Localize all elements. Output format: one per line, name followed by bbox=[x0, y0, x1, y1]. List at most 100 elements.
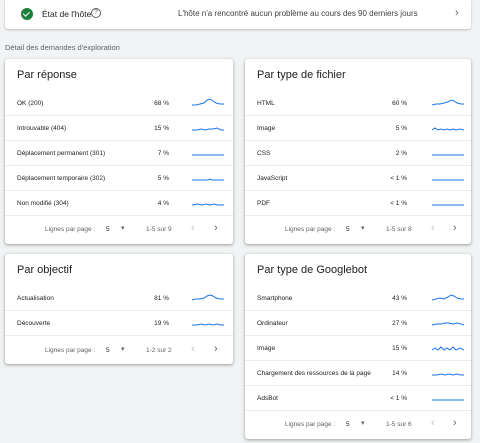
sparkline bbox=[432, 127, 464, 131]
sparkline bbox=[432, 294, 464, 301]
page-range: 1-5 sur 6 bbox=[386, 421, 412, 428]
sparkline bbox=[192, 127, 224, 131]
host-status-text: L'hôte n'a rencontré aucun problème au c… bbox=[178, 9, 418, 18]
dropdown-icon[interactable]: ▾ bbox=[361, 224, 365, 232]
card-by-file-type: Par type de fichier HTML 60 % Image 5 % … bbox=[245, 59, 471, 244]
card-by-purpose: Par objectif Actualisation 81 % Découver… bbox=[5, 254, 233, 364]
sparkline bbox=[432, 99, 464, 106]
table-row[interactable]: Déplacement permanent (301) 7 % bbox=[5, 141, 233, 166]
rows-per-page-select[interactable]: 5 bbox=[106, 347, 110, 354]
row-label: Déplacement permanent (301) bbox=[17, 150, 106, 157]
card-title: Par type de Googlebot bbox=[257, 264, 368, 276]
row-label: Découverte bbox=[17, 320, 51, 327]
row-percent: 68 % bbox=[154, 100, 169, 107]
table-pagination: Lignes par page : 5 ▾ 1-5 sur 9 ‹ › bbox=[5, 219, 233, 241]
chevron-right-icon[interactable]: › bbox=[453, 417, 457, 429]
table-row[interactable]: OK (200) 68 % bbox=[5, 91, 233, 116]
table-pagination: Lignes par page : 5 ▾ 1-5 sur 8 ‹ › bbox=[245, 219, 471, 241]
row-label: PDF bbox=[257, 200, 270, 207]
table-row[interactable]: Image 5 % bbox=[245, 116, 471, 141]
sparkline bbox=[192, 178, 224, 181]
sparkline bbox=[192, 98, 224, 106]
table-row[interactable]: HTML 60 % bbox=[245, 91, 471, 116]
page-range: 1-5 sur 8 bbox=[386, 226, 412, 233]
row-label: HTML bbox=[257, 100, 275, 107]
row-percent: < 1 % bbox=[390, 395, 407, 402]
chevron-right-icon[interactable]: › bbox=[453, 222, 457, 234]
card-title: Par type de fichier bbox=[257, 69, 346, 81]
sparkline bbox=[432, 373, 464, 376]
row-label: AdsBot bbox=[257, 395, 278, 402]
card-title: Par objectif bbox=[17, 264, 73, 276]
table-row[interactable]: Smartphone 43 % bbox=[245, 286, 471, 311]
page-range: 1-5 sur 9 bbox=[146, 226, 172, 233]
card-by-googlebot-type: Par type de Googlebot Smartphone 43 % Or… bbox=[245, 254, 471, 439]
row-label: Chargement des ressources de la page bbox=[257, 370, 371, 377]
sparkline bbox=[192, 154, 224, 156]
chevron-left-icon[interactable]: ‹ bbox=[431, 222, 435, 234]
chevron-right-icon[interactable]: › bbox=[214, 343, 218, 355]
chevron-right-icon[interactable]: › bbox=[214, 222, 218, 234]
rows-per-page-select[interactable]: 5 bbox=[346, 421, 350, 428]
row-percent: < 1 % bbox=[390, 175, 407, 182]
table-pagination: Lignes par page : 5 ▾ 1-2 sur 2 ‹ › bbox=[5, 340, 233, 362]
table-row[interactable]: JavaScript < 1 % bbox=[245, 166, 471, 191]
table-row[interactable]: Actualisation 81 % bbox=[5, 286, 233, 311]
rows-per-page-label: Lignes par page : bbox=[45, 226, 96, 233]
card-by-response: Par réponse OK (200) 68 % Introuvable (4… bbox=[5, 59, 233, 244]
row-percent: 7 % bbox=[157, 150, 169, 157]
sparkline bbox=[432, 154, 464, 156]
table-row[interactable]: Image 15 % bbox=[245, 336, 471, 361]
row-percent: 60 % bbox=[392, 100, 407, 107]
check-circle-icon bbox=[21, 8, 33, 20]
chevron-right-icon[interactable]: › bbox=[455, 7, 459, 19]
dropdown-icon[interactable]: ▾ bbox=[121, 224, 125, 232]
chevron-left-icon[interactable]: ‹ bbox=[191, 343, 195, 355]
rows-per-page-label: Lignes par page : bbox=[285, 226, 336, 233]
row-percent: 43 % bbox=[392, 295, 407, 302]
row-percent: 81 % bbox=[154, 295, 169, 302]
table-row[interactable]: CSS 2 % bbox=[245, 141, 471, 166]
dropdown-icon[interactable]: ▾ bbox=[361, 419, 365, 427]
rows-per-page-select[interactable]: 5 bbox=[346, 226, 350, 233]
row-percent: < 1 % bbox=[390, 200, 407, 207]
row-percent: 2 % bbox=[395, 150, 407, 157]
sparkline bbox=[432, 179, 464, 181]
dropdown-icon[interactable]: ▾ bbox=[121, 345, 125, 353]
row-label: Image bbox=[257, 125, 276, 132]
row-label: OK (200) bbox=[17, 100, 44, 107]
help-icon[interactable]: ? bbox=[91, 8, 101, 18]
row-label: Ordinateur bbox=[257, 320, 288, 327]
sparkline bbox=[192, 294, 224, 301]
table-row[interactable]: Non modifié (304) 4 % bbox=[5, 191, 233, 216]
table-row[interactable]: Ordinateur 27 % bbox=[245, 311, 471, 336]
rows-per-page-select[interactable]: 5 bbox=[106, 226, 110, 233]
row-label: Introuvable (404) bbox=[17, 125, 67, 132]
table-row[interactable]: AdsBot < 1 % bbox=[245, 386, 471, 411]
sparkline bbox=[432, 322, 464, 326]
card-title: Par réponse bbox=[17, 69, 77, 81]
row-label: Smartphone bbox=[257, 295, 293, 302]
table-row[interactable]: Chargement des ressources de la page 14 … bbox=[245, 361, 471, 386]
row-label: Image bbox=[257, 345, 276, 352]
chevron-left-icon[interactable]: ‹ bbox=[191, 222, 195, 234]
row-label: Déplacement temporaire (302) bbox=[17, 175, 106, 182]
row-label: Actualisation bbox=[17, 295, 54, 302]
sparkline bbox=[432, 346, 464, 351]
row-percent: 15 % bbox=[154, 125, 169, 132]
row-percent: 4 % bbox=[157, 200, 169, 207]
chevron-left-icon[interactable]: ‹ bbox=[431, 417, 435, 429]
table-pagination: Lignes par page : 5 ▾ 1-5 sur 6 ‹ › bbox=[245, 414, 471, 436]
section-label: Détail des demandes d'exploration bbox=[5, 43, 120, 52]
row-label: CSS bbox=[257, 150, 271, 157]
host-status-card[interactable]: État de l'hôte ? L'hôte n'a rencontré au… bbox=[5, 0, 471, 29]
rows-per-page-label: Lignes par page : bbox=[285, 421, 336, 428]
table-row[interactable]: Introuvable (404) 15 % bbox=[5, 116, 233, 141]
table-row[interactable]: Déplacement temporaire (302) 5 % bbox=[5, 166, 233, 191]
table-row[interactable]: Découverte 19 % bbox=[5, 311, 233, 336]
rows-per-page-label: Lignes par page : bbox=[45, 347, 96, 354]
row-label: JavaScript bbox=[257, 175, 288, 182]
row-percent: 27 % bbox=[392, 320, 407, 327]
table-row[interactable]: PDF < 1 % bbox=[245, 191, 471, 216]
sparkline bbox=[192, 203, 224, 206]
